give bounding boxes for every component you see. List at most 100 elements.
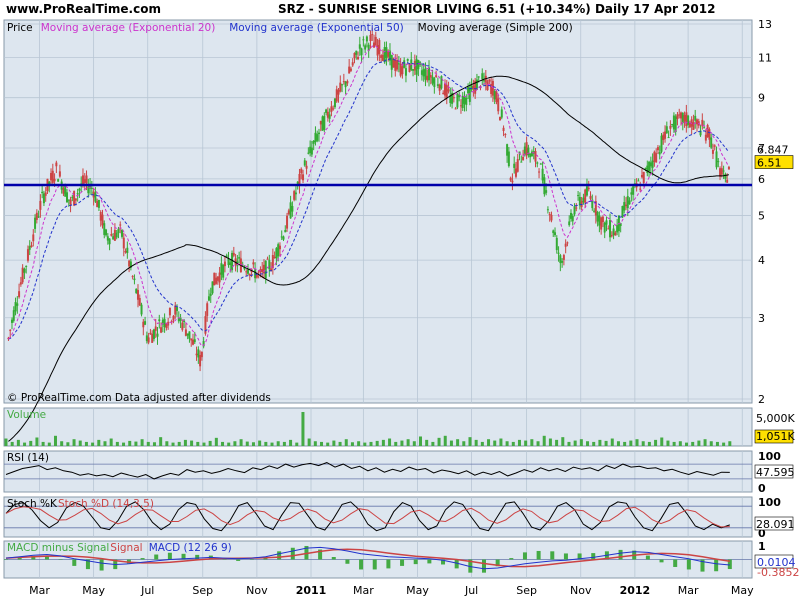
- candle-body: [491, 80, 494, 96]
- candle-body: [674, 116, 677, 132]
- candle-body: [660, 135, 663, 152]
- candle-body: [664, 131, 667, 139]
- candle-body: [37, 216, 40, 218]
- macd-legend-item: MACD minus Signal: [7, 542, 109, 554]
- volume-bar: [573, 440, 577, 446]
- candle-body: [371, 34, 374, 36]
- volume-bar: [320, 441, 324, 446]
- candle-body: [717, 161, 720, 163]
- macd-hist-bar: [72, 559, 77, 566]
- candle-body: [626, 196, 629, 209]
- candle-body: [722, 170, 725, 172]
- volume-bar: [109, 438, 113, 446]
- candle-body: [35, 212, 38, 220]
- x-tick-label: Mar: [678, 584, 699, 597]
- candle-body: [351, 62, 354, 66]
- candle-body: [23, 268, 26, 273]
- candle-body: [575, 207, 578, 209]
- candle-body: [206, 303, 209, 316]
- candle-body: [115, 232, 118, 238]
- candle-body: [195, 353, 198, 356]
- candle-body: [406, 58, 409, 61]
- volume-bar: [697, 440, 701, 446]
- volume-bar: [115, 441, 119, 446]
- candle-body: [380, 55, 383, 58]
- candle-body: [348, 66, 351, 74]
- x-tick-label: Jul: [464, 584, 478, 597]
- volume-bar: [84, 441, 88, 446]
- volume-bar: [555, 439, 559, 446]
- candle-body: [373, 42, 376, 48]
- x-tick-label: Jul: [140, 584, 154, 597]
- volume-bar: [363, 442, 367, 446]
- candle-body: [520, 161, 523, 163]
- candle-body: [536, 162, 539, 164]
- volume-bar: [183, 439, 187, 446]
- legend-item: Price: [7, 22, 33, 34]
- candle-body: [415, 59, 418, 75]
- candle-body: [85, 175, 88, 184]
- x-tick-label: Mar: [353, 584, 374, 597]
- stoch-last-label: 28.091: [756, 518, 795, 531]
- volume-bar: [728, 441, 732, 446]
- candle-body: [571, 215, 574, 222]
- candle-body: [582, 197, 585, 203]
- candle-body: [309, 146, 312, 154]
- candle-body: [266, 258, 269, 260]
- candle-body: [493, 90, 496, 100]
- candle-body: [220, 263, 223, 275]
- candle-body: [55, 162, 58, 167]
- volume-bar: [307, 438, 311, 446]
- candle-body: [307, 152, 310, 154]
- volume-bar: [468, 437, 472, 446]
- volume-bar: [567, 441, 571, 446]
- macd-hist-bar: [249, 559, 254, 560]
- candle-body: [500, 109, 503, 118]
- candle-body: [50, 172, 53, 181]
- candle-body: [200, 351, 203, 358]
- candle-body: [564, 243, 567, 247]
- candle-body: [662, 134, 665, 140]
- candle-body: [197, 349, 200, 358]
- candle-body: [554, 232, 557, 236]
- volume-bar: [641, 441, 645, 446]
- candle-body: [57, 179, 60, 182]
- rsi-tick-0: 0: [758, 482, 766, 495]
- candle-body: [10, 319, 13, 323]
- candle-body: [163, 318, 166, 328]
- volume-bar: [332, 440, 336, 446]
- candle-body: [282, 236, 285, 240]
- candle-body: [97, 200, 100, 208]
- volume-bar: [53, 435, 57, 446]
- candle-body: [277, 244, 280, 257]
- candle-body: [596, 212, 599, 222]
- volume-bar: [301, 412, 305, 446]
- candle-body: [378, 40, 381, 54]
- candle-body: [174, 305, 177, 315]
- volume-bar: [350, 442, 354, 446]
- candle-body: [706, 125, 709, 138]
- legend-item: Moving average (Exponential 50): [229, 22, 404, 34]
- candle-body: [344, 81, 347, 88]
- candle-body: [509, 177, 512, 181]
- volume-bar: [561, 437, 565, 446]
- candle-body: [16, 303, 19, 306]
- candle-body: [711, 149, 714, 154]
- candle-body: [9, 329, 12, 331]
- candle-body: [28, 246, 31, 250]
- volume-bar: [208, 440, 212, 446]
- candle-body: [390, 54, 393, 70]
- macd-hist-bar: [686, 559, 691, 570]
- volume-bar: [245, 441, 249, 446]
- candle-body: [342, 81, 345, 83]
- candle-body: [160, 327, 163, 333]
- candle-body: [18, 291, 21, 298]
- volume-bar: [29, 440, 33, 446]
- candle-body: [108, 238, 111, 245]
- volume-bar: [394, 441, 398, 446]
- x-tick-label: Sep: [516, 584, 537, 597]
- candle-body: [658, 152, 661, 155]
- candle-body: [637, 180, 640, 182]
- candle-body: [523, 146, 526, 155]
- candle-body: [44, 192, 47, 196]
